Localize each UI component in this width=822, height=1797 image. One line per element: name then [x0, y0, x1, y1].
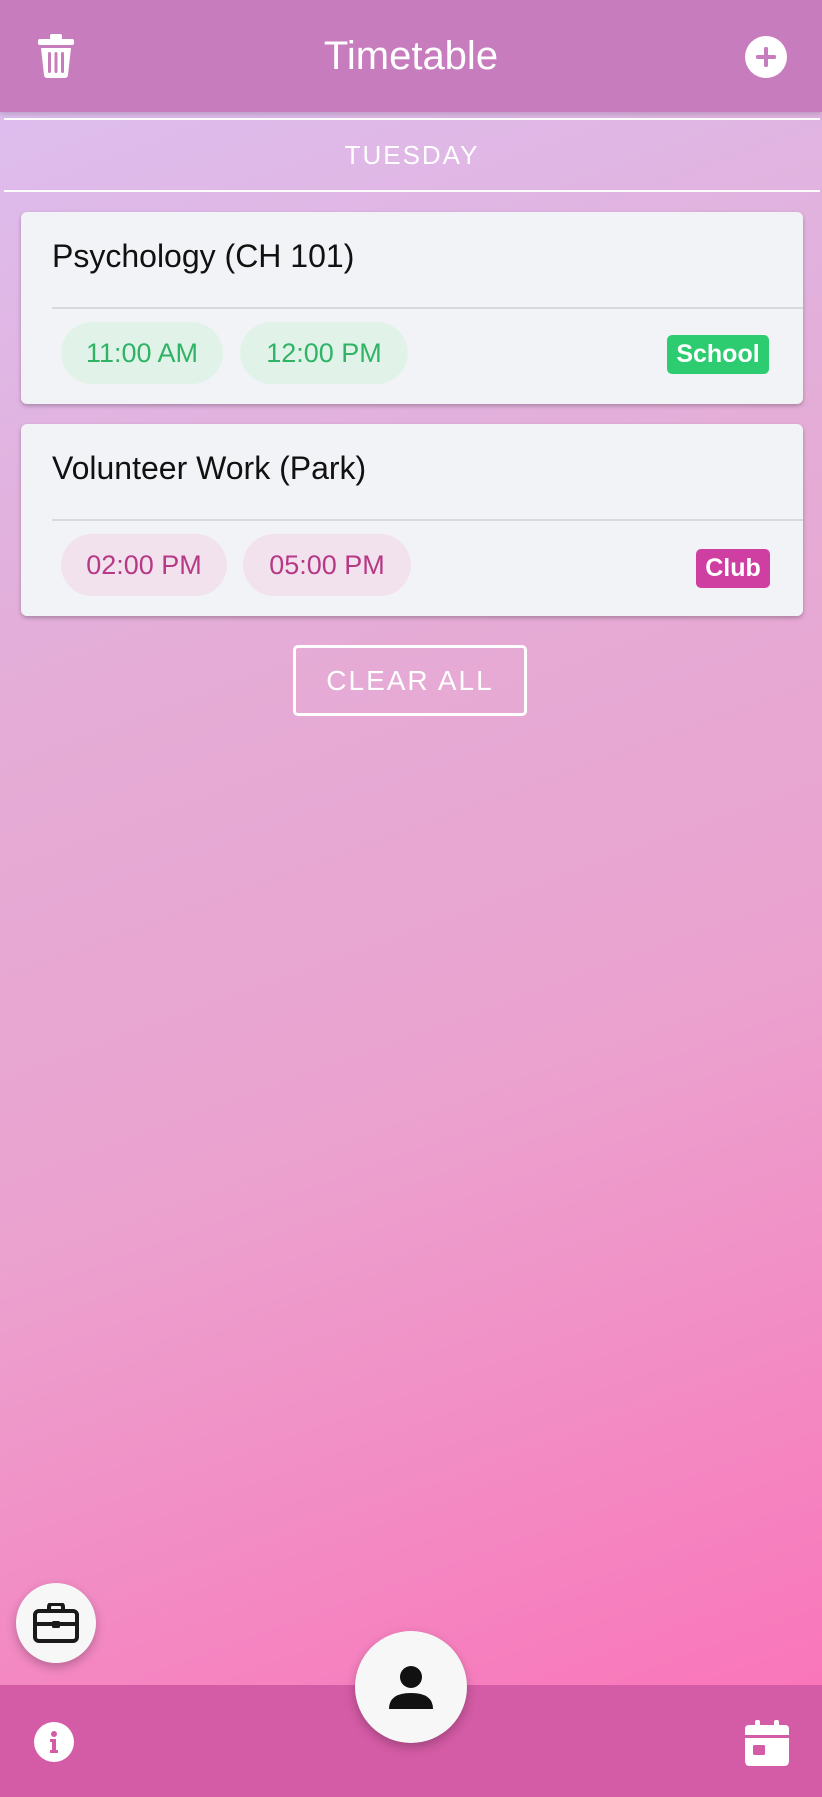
app-header: Timetable [0, 0, 822, 112]
divider [52, 307, 803, 309]
end-time-chip[interactable]: 05:00 PM [243, 534, 411, 596]
category-badge: Club [696, 549, 770, 588]
person-icon [389, 1666, 433, 1709]
plus-circle-icon [756, 47, 776, 67]
timetable-card[interactable]: Volunteer Work (Park) 02:00 PM 05:00 PM … [21, 424, 803, 616]
info-icon [50, 1731, 58, 1753]
trash-icon [38, 34, 74, 78]
work-fab-button[interactable] [16, 1583, 96, 1663]
clear-all-button[interactable]: CLEAR ALL [293, 645, 527, 716]
entry-title: Volunteer Work (Park) [52, 450, 367, 486]
info-button[interactable] [34, 1722, 74, 1762]
day-header: TUESDAY [4, 118, 820, 192]
add-entry-button[interactable] [745, 36, 787, 78]
page-title: Timetable [323, 33, 499, 78]
delete-button[interactable] [34, 32, 78, 80]
category-badge: School [667, 335, 769, 374]
calendar-icon [745, 1720, 789, 1766]
entry-title: Psychology (CH 101) [52, 238, 355, 274]
end-time-chip[interactable]: 12:00 PM [240, 322, 408, 384]
timetable-card[interactable]: Psychology (CH 101) 11:00 AM 12:00 PM Sc… [21, 212, 803, 404]
start-time-chip[interactable]: 02:00 PM [61, 534, 227, 596]
profile-fab-button[interactable] [355, 1631, 467, 1743]
calendar-button[interactable] [745, 1720, 789, 1766]
start-time-chip[interactable]: 11:00 AM [61, 322, 223, 384]
divider [52, 519, 803, 521]
briefcase-icon [33, 1603, 79, 1643]
